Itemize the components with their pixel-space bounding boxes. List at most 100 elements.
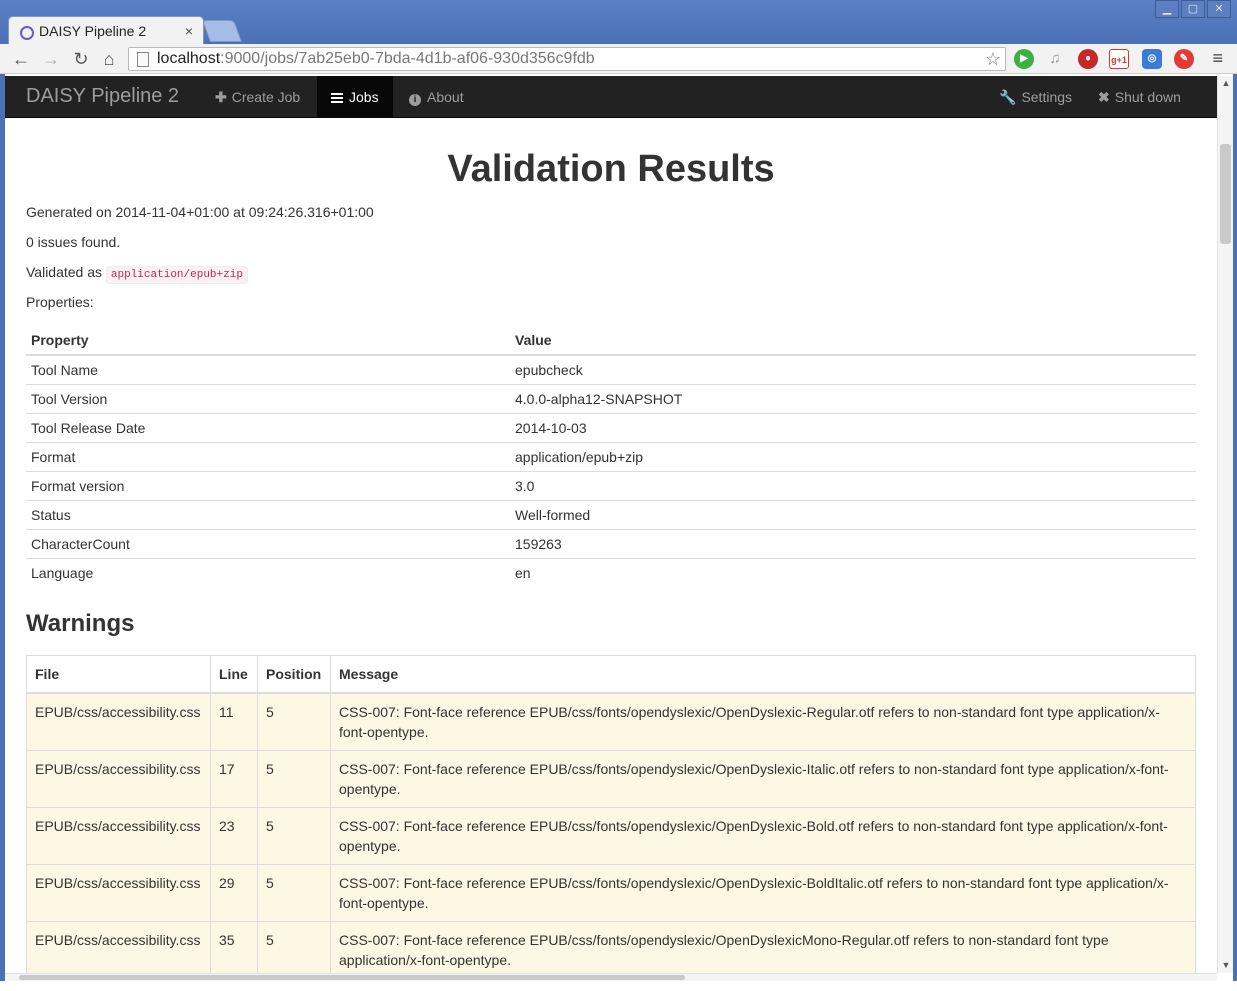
page-icon bbox=[137, 51, 149, 67]
chrome-menu-icon[interactable]: ≡ bbox=[1212, 48, 1223, 69]
horizontal-scroll-thumb[interactable] bbox=[19, 975, 685, 980]
table-row: EPUB/css/accessibility.css 17 5 CSS-007:… bbox=[26, 749, 1196, 808]
tab-title: DAISY Pipeline 2 bbox=[39, 22, 147, 39]
badge-icon[interactable]: ✎ bbox=[1174, 49, 1194, 69]
address-bar[interactable]: localhost:9000/jobs/7ab25eb0-7bda-4d1b-a… bbox=[128, 47, 1006, 71]
warning-position: 5 bbox=[257, 863, 331, 922]
stop-icon[interactable]: ● bbox=[1078, 49, 1098, 69]
table-row: Tool Release Date 2014-10-03 bbox=[26, 412, 1196, 442]
tab-close-icon[interactable]: × bbox=[185, 23, 193, 39]
property-name: Format version bbox=[26, 470, 510, 500]
validated-as-value: application/epub+zip bbox=[105, 266, 248, 284]
warning-line: 11 bbox=[210, 692, 258, 751]
property-value: epubcheck bbox=[510, 354, 1196, 384]
table-row: Format version 3.0 bbox=[26, 470, 1196, 500]
plus-icon: ✚ bbox=[215, 89, 227, 105]
info-icon: i bbox=[409, 94, 421, 106]
table-row: Tool Name epubcheck bbox=[26, 354, 1196, 384]
warning-line: 23 bbox=[210, 806, 258, 865]
property-value: en bbox=[510, 557, 1196, 587]
warning-position: 5 bbox=[257, 920, 331, 973]
property-name: CharacterCount bbox=[26, 528, 510, 558]
nav-settings[interactable]: 🔧 Settings bbox=[985, 76, 1086, 118]
page-title: Validation Results bbox=[447, 148, 775, 190]
list-icon bbox=[331, 93, 343, 103]
nav-create-job[interactable]: ✚ Create Job bbox=[201, 76, 314, 118]
warnings-table: File Line Position Message EPUB/css/acce… bbox=[26, 655, 1196, 973]
column-header: File bbox=[26, 655, 211, 694]
bell-icon[interactable]: ♫ bbox=[1045, 49, 1065, 69]
window-close-icon[interactable]: ✕ bbox=[1207, 0, 1231, 18]
minimize-icon[interactable]: ▁ bbox=[1155, 0, 1179, 18]
warning-file: EPUB/css/accessibility.css bbox=[26, 692, 211, 751]
maximize-icon[interactable]: ▢ bbox=[1181, 0, 1205, 18]
window-frame-right bbox=[1233, 74, 1237, 991]
vertical-scroll-thumb[interactable] bbox=[1220, 144, 1231, 244]
app-icon[interactable]: ◎ bbox=[1142, 49, 1162, 69]
url-path: :9000/jobs/7ab25eb0-7bda-4d1b-af06-930d3… bbox=[220, 50, 595, 67]
warning-line: 29 bbox=[210, 863, 258, 922]
close-icon: ✖ bbox=[1098, 89, 1110, 105]
property-name: Language bbox=[26, 557, 510, 587]
warning-message: CSS-007: Font-face reference EPUB/css/fo… bbox=[330, 692, 1196, 751]
table-header-row: File Line Position Message bbox=[26, 655, 1196, 694]
column-header: Line bbox=[210, 655, 258, 694]
warning-file: EPUB/css/accessibility.css bbox=[26, 806, 211, 865]
warnings-heading: Warnings bbox=[26, 610, 135, 637]
column-header: Message bbox=[330, 655, 1196, 694]
table-header-row: Property Value bbox=[26, 326, 1196, 356]
property-value: 2014-10-03 bbox=[510, 412, 1196, 442]
reload-icon[interactable]: ↻ bbox=[70, 48, 92, 70]
property-name: Tool Release Date bbox=[26, 412, 510, 442]
gplus-icon[interactable]: g+1 bbox=[1109, 49, 1129, 69]
validated-as-label: Validated as bbox=[26, 264, 103, 280]
back-icon[interactable]: ← bbox=[10, 48, 32, 70]
table-row: CharacterCount 159263 bbox=[26, 528, 1196, 558]
properties-table: Property Value Tool Name epubcheck Tool V… bbox=[26, 326, 1196, 587]
navbar-brand[interactable]: DAISY Pipeline 2 bbox=[26, 85, 179, 108]
generated-text: Generated on 2014-11-04+01:00 at 09:24:2… bbox=[26, 204, 374, 220]
nav-jobs[interactable]: Jobs bbox=[317, 76, 393, 118]
table-row: Tool Version 4.0.0-alpha12-SNAPSHOT bbox=[26, 383, 1196, 413]
table-row: EPUB/css/accessibility.css 29 5 CSS-007:… bbox=[26, 863, 1196, 922]
new-tab-button[interactable] bbox=[201, 20, 243, 42]
play-icon[interactable]: ▶ bbox=[1014, 49, 1034, 69]
table-row: Language en bbox=[26, 557, 1196, 587]
validated-as: Validated as application/epub+zip bbox=[26, 262, 1196, 284]
property-name: Status bbox=[26, 499, 510, 529]
property-value: 3.0 bbox=[510, 470, 1196, 500]
table-row: EPUB/css/accessibility.css 23 5 CSS-007:… bbox=[26, 806, 1196, 865]
window-bottom-edge bbox=[0, 981, 1237, 991]
vertical-scrollbar[interactable]: ▲ ▼ bbox=[1217, 76, 1233, 973]
browser-toolbar: ← → ↻ ⌂ localhost:9000/jobs/7ab25eb0-7bd… bbox=[0, 44, 1237, 74]
property-value: Well-formed bbox=[510, 499, 1196, 529]
forward-icon[interactable]: → bbox=[40, 48, 62, 70]
bookmark-star-icon[interactable]: ☆ bbox=[985, 49, 1001, 70]
property-value: 159263 bbox=[510, 528, 1196, 558]
warning-line: 35 bbox=[210, 920, 258, 973]
nav-settings-label: Settings bbox=[1021, 89, 1073, 105]
home-icon[interactable]: ⌂ bbox=[98, 48, 120, 70]
nav-about[interactable]: i About bbox=[395, 76, 478, 118]
issues-count: 0 issues found. bbox=[26, 234, 121, 250]
warning-position: 5 bbox=[257, 806, 331, 865]
table-row: EPUB/css/accessibility.css 35 5 CSS-007:… bbox=[26, 920, 1196, 973]
warning-line: 17 bbox=[210, 749, 258, 808]
app-navbar: DAISY Pipeline 2 ✚ Create Job Jobs i About… bbox=[5, 76, 1217, 118]
table-row: Status Well-formed bbox=[26, 499, 1196, 529]
wrench-icon: 🔧 bbox=[999, 89, 1017, 105]
nav-about-label: About bbox=[427, 89, 464, 105]
scroll-down-icon[interactable]: ▼ bbox=[1218, 960, 1234, 970]
scroll-up-icon[interactable]: ▲ bbox=[1218, 78, 1234, 88]
warning-position: 5 bbox=[257, 749, 331, 808]
warning-file: EPUB/css/accessibility.css bbox=[26, 863, 211, 922]
horizontal-scrollbar[interactable] bbox=[5, 973, 1217, 981]
warning-message: CSS-007: Font-face reference EPUB/css/fo… bbox=[330, 920, 1196, 973]
property-name: Tool Name bbox=[26, 354, 510, 384]
warning-message: CSS-007: Font-face reference EPUB/css/fo… bbox=[330, 863, 1196, 922]
warning-file: EPUB/css/accessibility.css bbox=[26, 920, 211, 973]
browser-tab[interactable]: DAISY Pipeline 2 × bbox=[8, 16, 204, 44]
nav-shutdown[interactable]: ✖ Shut down bbox=[1084, 76, 1195, 118]
browser-titlebar: DAISY Pipeline 2 × ▁ ▢ ✕ bbox=[0, 0, 1237, 44]
window-controls: ▁ ▢ ✕ bbox=[1155, 0, 1231, 18]
